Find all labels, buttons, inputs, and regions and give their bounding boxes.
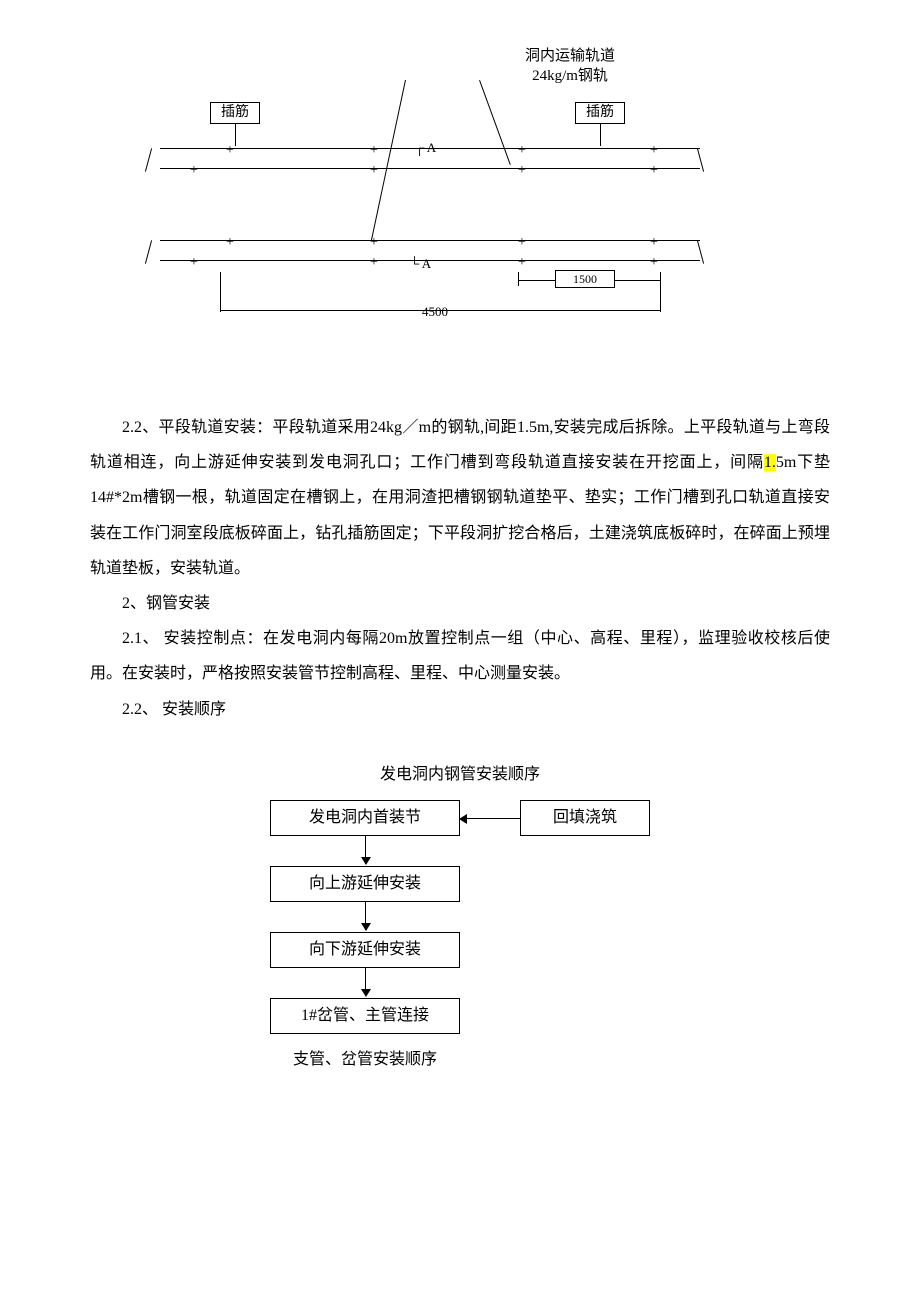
flow-box-1: 发电洞内首装节 <box>270 800 460 836</box>
dim-1500: 1500 <box>555 270 615 288</box>
arrow-down-icon <box>365 836 366 864</box>
dim-4500: 4500 <box>405 298 465 327</box>
arrow-down-icon <box>365 902 366 930</box>
body-text: 2.2、平段轨道安装：平段轨道采用24kg／m的钢轨,间距1.5m,安装完成后拆… <box>90 410 830 727</box>
diagram-title-2: 24kg/m钢轨 <box>500 60 640 93</box>
section-a-bottom: A <box>422 256 431 271</box>
label-left-box: 插筋 <box>210 102 260 124</box>
para-2-2: 2.2、平段轨道安装：平段轨道采用24kg／m的钢轨,间距1.5m,安装完成后拆… <box>90 410 830 586</box>
flowchart: 发电洞内首装节 回填浇筑 向上游延伸安装 向下游延伸安装 1#岔管、主管连接 支… <box>250 800 670 1160</box>
arrow-down-icon <box>365 968 366 996</box>
flow-box-3: 向下游延伸安装 <box>270 932 460 968</box>
para-2-2b: 2.2、 安装顺序 <box>90 692 830 727</box>
label-right-box: 插筋 <box>575 102 625 124</box>
para-2-1: 2.1、 安装控制点：在发电洞内每隔20m放置控制点一组（中心、高程、里程），监… <box>90 621 830 691</box>
rail-diagram: 洞内运输轨道 24kg/m钢轨 插筋 插筋 + + + + + + + + ┌ … <box>130 40 730 380</box>
flow-box-1r: 回填浇筑 <box>520 800 650 836</box>
para-2: 2、钢管安装 <box>90 586 830 621</box>
flowchart-subtitle: 支管、岔管安装顺序 <box>270 1042 460 1077</box>
flow-box-2: 向上游延伸安装 <box>270 866 460 902</box>
arrow-left-icon <box>460 818 520 819</box>
highlight-1-5: 1. <box>764 454 776 471</box>
flow-box-4: 1#岔管、主管连接 <box>270 998 460 1034</box>
flowchart-title: 发电洞内钢管安装顺序 <box>90 757 830 792</box>
section-a-top: A <box>427 140 436 155</box>
